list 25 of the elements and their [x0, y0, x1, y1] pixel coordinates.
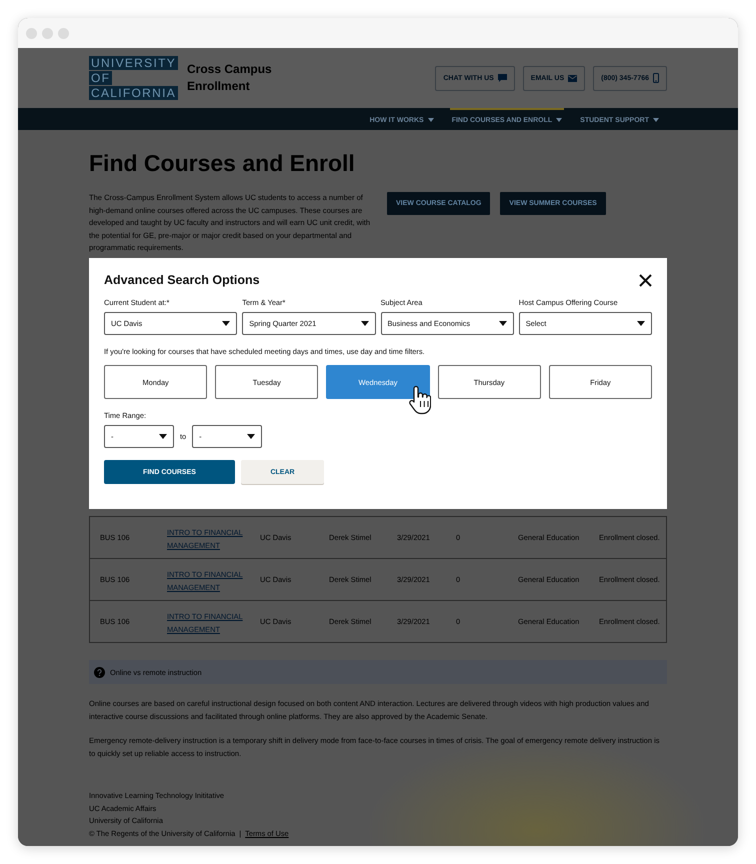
site-title: Cross Campus Enrollment — [187, 61, 273, 95]
caret-down-icon — [360, 321, 368, 326]
logo-text: CALIFORNIA — [89, 86, 178, 100]
caret-down-icon — [556, 118, 562, 122]
envelope-icon — [568, 74, 578, 82]
page-title: Find Courses and Enroll — [89, 150, 356, 176]
caret-down-icon — [498, 321, 507, 326]
chat-bubble-icon — [498, 74, 507, 82]
close-button[interactable] — [639, 274, 652, 286]
caret-down-icon — [222, 321, 230, 326]
logo-text: UNIVERSITY — [89, 56, 178, 70]
close-icon — [639, 274, 652, 286]
window-dot-icon — [58, 28, 69, 38]
caret-down-icon — [247, 434, 256, 439]
caret-down-icon — [428, 118, 434, 122]
caret-down-icon — [653, 118, 659, 122]
hand-cursor-icon — [409, 385, 431, 415]
caret-down-icon — [159, 434, 167, 439]
window-dot-icon — [26, 28, 37, 38]
logo-text: OF — [89, 71, 112, 85]
question-circle-icon — [94, 666, 105, 678]
dialog-title: Advanced Search Options — [104, 272, 260, 289]
caret-down-icon — [637, 321, 645, 326]
window-dot-icon — [42, 28, 53, 38]
mobile-phone-icon — [653, 73, 659, 83]
